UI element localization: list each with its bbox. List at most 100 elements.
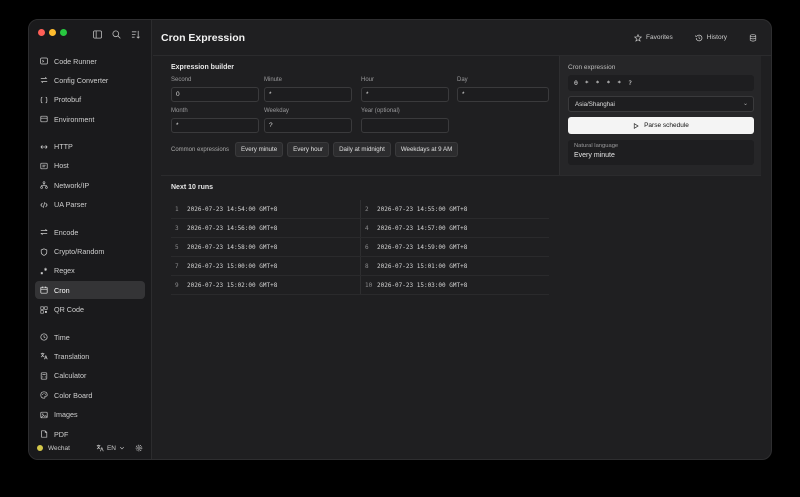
sidebar-item-label: Protobuf: [54, 95, 82, 105]
sidebar-item-protobuf[interactable]: Protobuf: [35, 91, 145, 109]
sidebar-item-network-ip[interactable]: Network/IP: [35, 176, 145, 194]
sidebar-item-http[interactable]: HTTP: [35, 138, 145, 156]
sidebar-item-ua-parser[interactable]: UA Parser: [35, 196, 145, 214]
sidebar-item-qr-code[interactable]: QR Code: [35, 301, 145, 319]
sidebar-item-environment[interactable]: Environment: [35, 110, 145, 128]
sidebar-item-label: Color Board: [54, 390, 93, 400]
sidebar-item-cron[interactable]: Cron: [35, 281, 145, 300]
minimize-window-button[interactable]: [49, 29, 56, 36]
minute-input[interactable]: *: [264, 87, 352, 102]
sidebar-item-label: HTTP: [54, 142, 73, 152]
field-minute: Minute *: [264, 77, 352, 102]
image-icon: [40, 411, 48, 418]
every-hour-button[interactable]: Every hour: [287, 142, 330, 157]
timezone-select[interactable]: Asia/Shanghai ⌄: [568, 96, 754, 112]
traffic-lights: [38, 29, 67, 36]
pdf-icon: [41, 430, 48, 438]
sidebar-item-translation[interactable]: Translation: [35, 347, 145, 365]
section-divider: [161, 175, 761, 176]
run-item: 7 2026-07-23 15:00:00 GMT+8: [175, 262, 278, 270]
close-window-button[interactable]: [38, 29, 45, 36]
play-icon: [633, 122, 639, 129]
zoom-window-button[interactable]: [60, 29, 67, 36]
run-item: 8 2026-07-23 15:01:00 GMT+8: [360, 257, 549, 275]
sidebar-item-label: UA Parser: [54, 200, 87, 210]
sidebar-item-color-board[interactable]: Color Board: [35, 386, 145, 404]
field-label: Day: [457, 77, 468, 83]
translate-icon: [96, 444, 104, 452]
gear-icon[interactable]: [135, 444, 143, 452]
sidebar-item-calculator[interactable]: Calculator: [35, 367, 145, 385]
sidebar-item-config-converter[interactable]: Config Converter: [35, 71, 145, 89]
sidebar-item-host[interactable]: Host: [35, 157, 145, 175]
sidebar-item-label: Images: [54, 410, 78, 420]
sidebar-item-label: Translation: [54, 351, 90, 361]
natural-language-value: Every minute: [574, 152, 615, 159]
code-icon: [40, 201, 48, 208]
history-button[interactable]: History: [695, 34, 727, 42]
wechat-link[interactable]: Wechat: [48, 445, 70, 452]
sidebar-item-regex[interactable]: Regex: [35, 262, 145, 280]
expression-input[interactable]: 0 * * * * ?: [568, 75, 754, 91]
language-selector[interactable]: EN: [96, 444, 125, 452]
sidebar-item-encode[interactable]: Encode: [35, 223, 145, 241]
sidebar-item-label: Code Runner: [54, 56, 97, 66]
every-minute-button[interactable]: Every minute: [235, 142, 284, 157]
daily-midnight-button[interactable]: Daily at midnight: [333, 142, 391, 157]
swap-icon: [40, 229, 48, 236]
sidebar-item-time[interactable]: Time: [35, 328, 145, 346]
sidebar-item-label: Calculator: [54, 371, 87, 381]
calculator-icon: [40, 372, 48, 380]
database-icon[interactable]: [749, 33, 757, 42]
sidebar-toggle-icon[interactable]: [93, 30, 102, 39]
run-item: 6 2026-07-23 14:59:00 GMT+8: [360, 238, 549, 256]
expression-builder: Expression builder Second 0 Minute * Hou…: [161, 56, 556, 172]
common-expressions: Common expressions Every minute Every ho…: [171, 142, 459, 157]
natural-language-label: Natural language: [574, 143, 619, 149]
field-year: Year (optional): [361, 108, 449, 133]
top-bar: Cron Expression Favorites History: [153, 20, 771, 56]
sidebar-item-label: Regex: [54, 266, 75, 276]
sidebar-tools: [93, 30, 140, 39]
code-runner-icon: [40, 57, 48, 65]
clock-icon: [40, 333, 48, 341]
run-item: 3 2026-07-23 14:56:00 GMT+8: [175, 224, 278, 232]
month-input[interactable]: *: [171, 118, 259, 133]
parse-schedule-button[interactable]: Parse schedule: [568, 117, 754, 134]
search-icon[interactable]: [112, 30, 121, 39]
http-icon: [40, 144, 48, 149]
qr-code-icon: [40, 306, 48, 314]
sidebar-item-label: Time: [54, 332, 70, 342]
filter-icon[interactable]: [131, 30, 140, 39]
second-input[interactable]: 0: [171, 87, 259, 102]
day-input[interactable]: *: [457, 87, 549, 102]
page-title: Cron Expression: [161, 31, 246, 44]
run-item: 10 2026-07-23 15:03:00 GMT+8: [360, 276, 549, 294]
table-row: 5 2026-07-23 14:58:00 GMT+8 6 2026-07-23 1…: [171, 238, 549, 257]
sidebar-item-label: Network/IP: [54, 180, 90, 190]
weekday-input[interactable]: ?: [264, 118, 352, 133]
sidebar-item-code-runner[interactable]: Code Runner: [35, 52, 145, 70]
history-icon: [695, 34, 703, 41]
sidebar-item-images[interactable]: Images: [35, 406, 145, 424]
cron-icon: [40, 286, 48, 294]
field-label: Minute: [264, 77, 283, 83]
field-label: Hour: [361, 77, 375, 83]
regex-icon: [40, 267, 48, 275]
sidebar-item-pdf[interactable]: PDF: [35, 425, 145, 443]
year-input[interactable]: [361, 118, 449, 133]
history-label: History: [706, 34, 727, 41]
parse-label: Parse schedule: [644, 122, 689, 129]
hour-input[interactable]: *: [361, 87, 449, 102]
sidebar-item-label: QR Code: [54, 305, 84, 315]
language-label: EN: [106, 444, 116, 452]
field-hour: Hour *: [361, 77, 449, 102]
sidebar-item-label: Encode: [54, 227, 79, 237]
chevron-down-icon: [119, 446, 125, 450]
builder-title: Expression builder: [171, 64, 235, 71]
weekdays-9am-button[interactable]: Weekdays at 9 AM: [394, 142, 459, 157]
run-item: 2 2026-07-23 14:55:00 GMT+8: [360, 200, 549, 218]
favorites-button[interactable]: Favorites: [634, 33, 673, 42]
sidebar-item-crypto-random[interactable]: Crypto/Random: [35, 243, 145, 261]
run-item: 1 2026-07-23 14:54:00 GMT+8: [175, 205, 278, 213]
